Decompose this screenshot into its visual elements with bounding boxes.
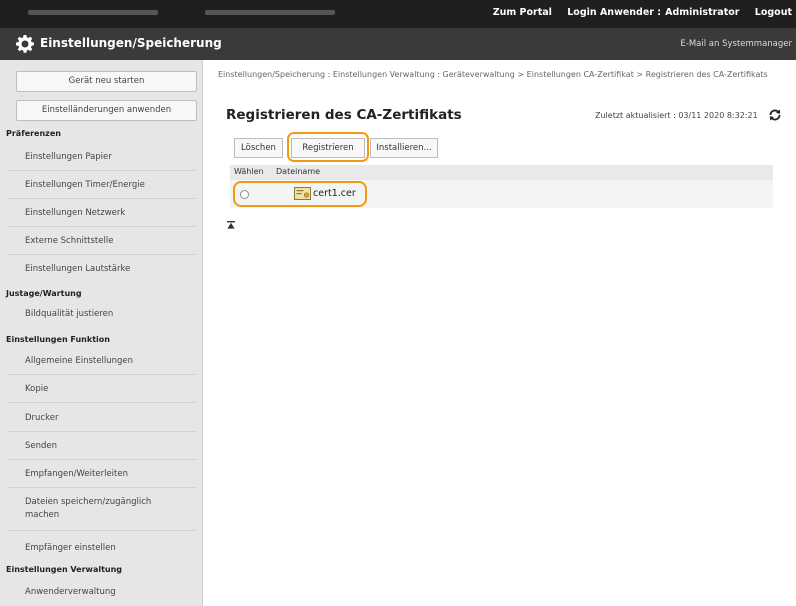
gear-icon	[16, 35, 34, 53]
sidebar-item-timer[interactable]: Einstellungen Timer/Energie	[8, 180, 197, 190]
section-management: Einstellungen Verwaltung	[6, 565, 123, 574]
install-button[interactable]: Installieren...	[370, 138, 438, 158]
title-bar: Einstellungen/Speicherung E-Mail an Syst…	[0, 28, 796, 60]
column-select-header: Wählen	[234, 167, 264, 176]
section-adjustment: Justage/Wartung	[6, 289, 82, 298]
row-highlight-callout	[233, 181, 367, 207]
mail-to-admin-link[interactable]: E-Mail an Systemmanager	[680, 39, 792, 49]
sidebar-item-general[interactable]: Allgemeine Einstellungen	[8, 356, 197, 366]
header-links: Zum Portal Login Anwender : Administrator…	[481, 7, 792, 18]
device-address-blurred	[205, 8, 355, 16]
certificate-table-header: Wählen Dateiname	[230, 165, 773, 180]
divider	[8, 226, 197, 227]
sidebar-item-volume[interactable]: Einstellungen Lautstärke	[8, 264, 197, 274]
logout-link[interactable]: Logout	[755, 7, 792, 18]
divider	[8, 170, 197, 171]
last-updated-text: Zuletzt aktualisiert : 03/11 2020 8:32:2…	[595, 111, 758, 120]
top-bar: Zum Portal Login Anwender : Administrator…	[0, 0, 796, 28]
divider	[8, 459, 197, 460]
user-name: Administrator	[665, 7, 740, 18]
sidebar-item-paper[interactable]: Einstellungen Papier	[8, 152, 197, 162]
divider	[8, 487, 197, 488]
divider	[8, 402, 197, 403]
device-info-blurred	[28, 8, 178, 16]
breadcrumb: Einstellungen/Speicherung : Einstellunge…	[218, 70, 768, 79]
sidebar-item-user-management[interactable]: Anwenderverwaltung	[8, 587, 197, 597]
portal-link[interactable]: Zum Portal	[493, 7, 552, 18]
delete-button[interactable]: Löschen	[234, 138, 283, 158]
divider	[8, 374, 197, 375]
divider	[8, 198, 197, 199]
sidebar-item-recipients[interactable]: Empfänger einstellen	[8, 543, 197, 553]
sidebar-item-printer[interactable]: Drucker	[8, 413, 197, 423]
sidebar-item-send[interactable]: Senden	[8, 441, 197, 451]
divider	[8, 530, 197, 531]
section-function: Einstellungen Funktion	[6, 335, 110, 344]
section-preferences: Präferenzen	[6, 129, 61, 138]
sidebar-item-image-quality[interactable]: Bildqualität justieren	[8, 309, 197, 319]
divider	[8, 254, 197, 255]
sidebar-item-receive-forward[interactable]: Empfangen/Weiterleiten	[8, 469, 197, 479]
refresh-icon[interactable]	[767, 107, 783, 123]
divider	[8, 431, 197, 432]
login-user-label: Login Anwender :	[567, 7, 662, 18]
page-section-title: Einstellungen/Speicherung	[40, 36, 222, 50]
back-to-top-icon[interactable]	[227, 221, 235, 229]
sidebar-item-copy[interactable]: Kopie	[8, 384, 197, 394]
sidebar: Gerät neu starten Einstelländerungen anw…	[0, 60, 203, 606]
sidebar-item-external-interface[interactable]: Externe Schnittstelle	[8, 236, 197, 246]
restart-device-button[interactable]: Gerät neu starten	[16, 71, 197, 92]
sidebar-item-network[interactable]: Einstellungen Netzwerk	[8, 208, 197, 218]
sidebar-item-store-access[interactable]: Dateien speichern/zugänglich machen	[8, 496, 158, 522]
page-title: Registrieren des CA-Zertifikats	[226, 107, 462, 123]
column-filename-header: Dateiname	[276, 167, 321, 176]
apply-settings-button[interactable]: Einstelländerungen anwenden	[16, 100, 197, 121]
register-highlight-callout	[287, 132, 369, 162]
